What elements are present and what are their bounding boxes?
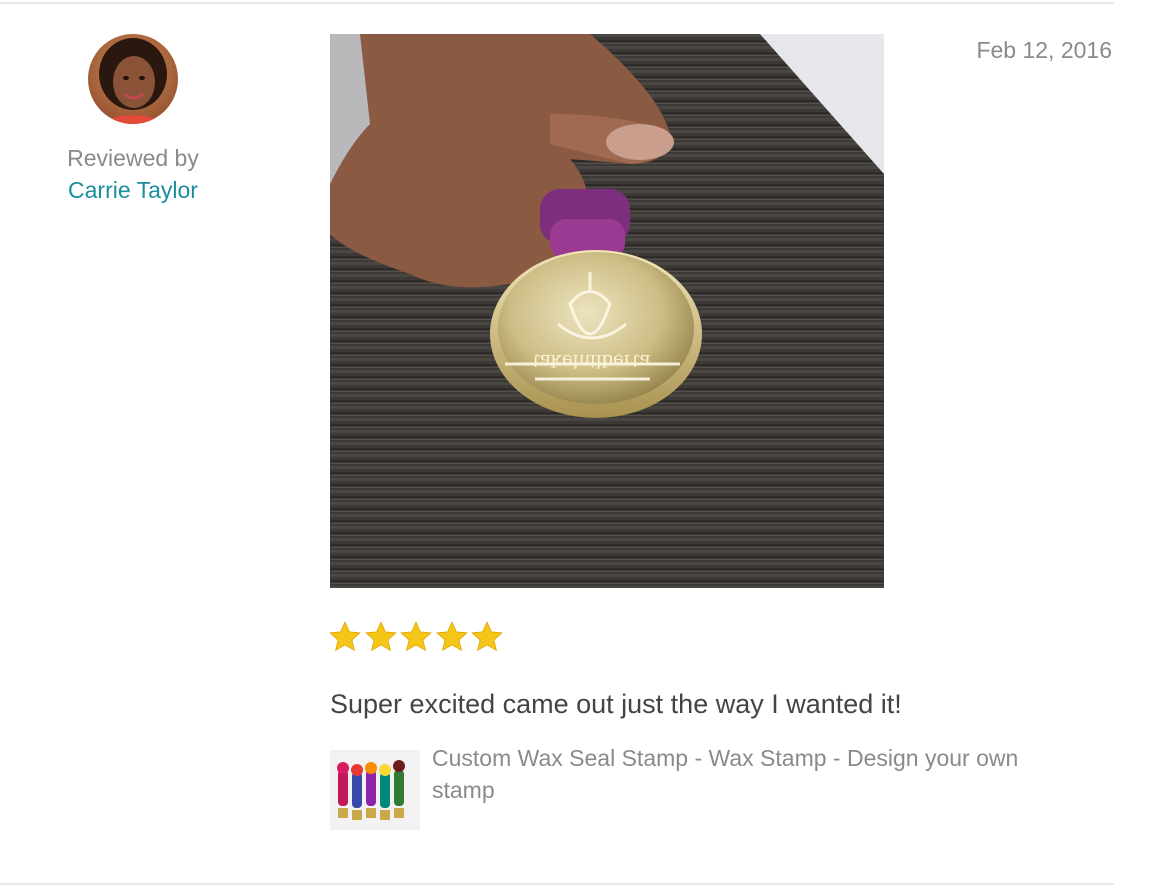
star-icon [400,621,432,652]
review-date: Feb 12, 2016 [976,37,1112,63]
star-icon [435,621,468,652]
bottom-divider [0,883,1114,885]
review-photo[interactable]: ɐʇɹǝqꞁᴉuꞁǝʞɐʇ [330,34,884,588]
star-icon [471,621,503,652]
review-card: Reviewed by Carrie Taylor Feb 12, 2016 ɐ… [0,0,1162,888]
star-icon [329,621,361,652]
reviewed-by-label: Reviewed by [67,145,199,171]
star-icon [364,621,397,652]
listing-title-link[interactable]: Custom Wax Seal Stamp - Wax Stamp - Desi… [432,742,1052,806]
reviewer-name-link[interactable]: Carrie Taylor [0,175,266,205]
listing-thumbnail[interactable] [330,750,420,830]
svg-text:ɐʇɹǝqꞁᴉuꞁǝʞɐʇ: ɐʇɹǝqꞁᴉuꞁǝʞɐʇ [532,348,650,369]
review-text: Super excited came out just the way I wa… [330,689,902,719]
star-rating [328,620,506,654]
reviewer-avatar[interactable] [88,34,178,124]
